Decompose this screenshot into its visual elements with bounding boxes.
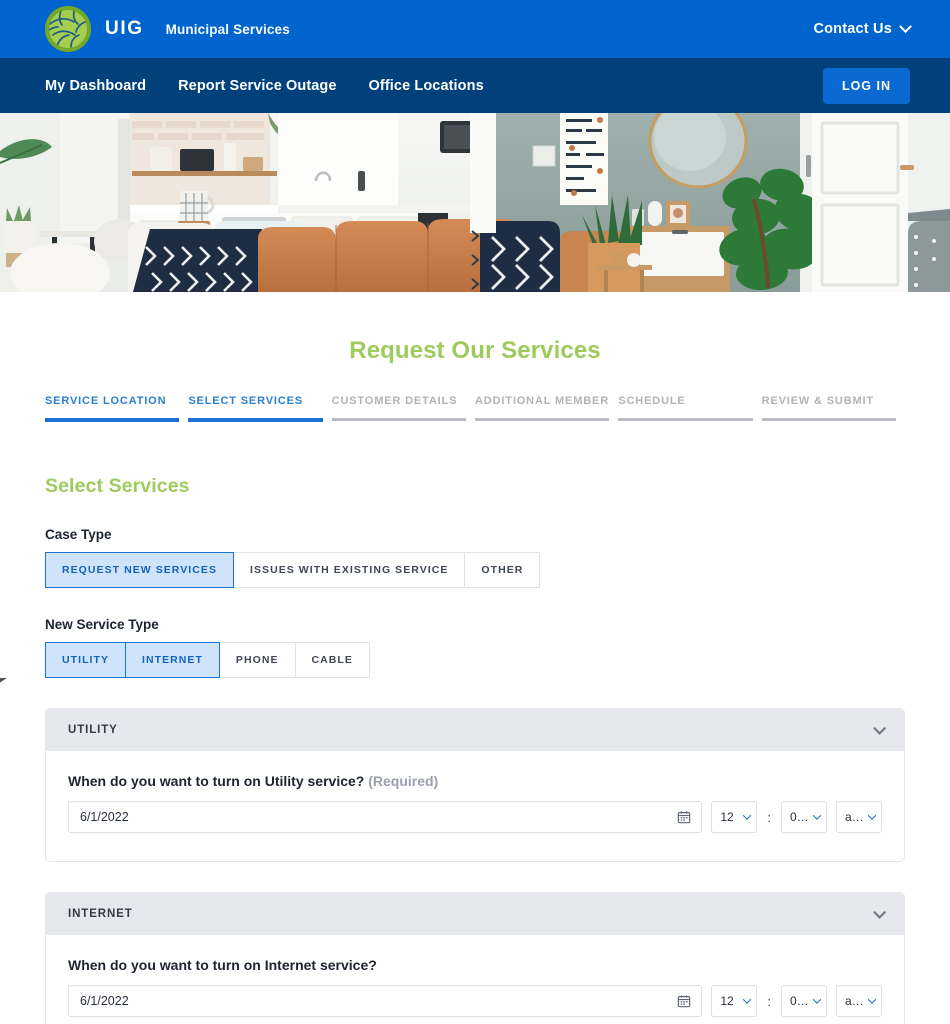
internet-datetime-row: 6/1/2022 12 : 0… a… [68,985,882,1017]
calendar-icon[interactable] [677,810,691,824]
chevron-down-icon [867,995,877,1004]
contact-us-menu[interactable]: Contact Us [813,19,912,37]
utility-date-question: When do you want to turn on Utility serv… [68,773,882,789]
page-title: Request Our Services [349,337,601,364]
uig-globe-logo-icon [45,6,91,52]
utility-date-input[interactable]: 6/1/2022 [68,801,703,833]
internet-panel-title: INTERNET [68,908,133,920]
internet-date-input[interactable]: 6/1/2022 [68,985,703,1017]
utility-minute-value: 0… [790,810,809,824]
utility-panel-header[interactable]: UTILITY [46,709,904,751]
new-service-type-option-cable[interactable]: CABLE [294,642,370,678]
internet-date-question: When do you want to turn on Internet ser… [68,957,377,973]
step-label: SERVICE LOCATION [45,395,167,407]
case-type-option-issues-with-existing-service[interactable]: ISSUES WITH EXISTING SERVICE [234,552,465,588]
section-title: Select Services [45,475,190,497]
step-progress-bar [188,418,323,422]
utility-meridiem-value: a… [845,810,864,824]
step-progress-bar [474,418,610,421]
top-bar: UIG Municipal Services Contact Us [0,0,950,58]
utility-minute-select[interactable]: 0… [781,801,827,833]
step-label: REVIEW & SUBMIT [761,395,875,407]
login-button[interactable]: LOG IN [822,67,910,104]
internet-date-value: 6/1/2022 [80,994,129,1008]
new-service-type-label: New Service Type [45,617,159,632]
utility-time-separator: : [767,809,771,825]
chevron-down-icon [743,995,752,1004]
chevron-down-icon [899,19,912,33]
step-additional-member[interactable]: ADDITIONAL MEMBER [474,395,618,422]
nav-links: My Dashboard Report Service Outage Offic… [45,78,484,94]
utility-date-value: 6/1/2022 [80,810,129,824]
internet-time-separator: : [767,993,771,1009]
internet-panel-header[interactable]: INTERNET [46,893,904,935]
step-label: CUSTOMER DETAILS [331,395,458,407]
brand-subtitle: Municipal Services [165,21,290,37]
nav-item-office-locations[interactable]: Office Locations [369,78,484,94]
page-root: UIG Municipal Services Contact Us My Das… [0,0,950,1024]
step-select-services[interactable]: SELECT SERVICES [188,395,331,422]
new-service-type-option-utility[interactable]: UTILITY [45,642,127,678]
step-label: ADDITIONAL MEMBER [474,395,610,407]
internet-minute-select[interactable]: 0… [781,985,827,1017]
step-progress-bar [45,418,180,422]
case-type-label: Case Type [45,527,112,542]
internet-panel: INTERNET When do you want to turn on Int… [45,892,905,1024]
internet-panel-body: When do you want to turn on Internet ser… [46,935,904,1024]
new-service-type-group: UTILITY INTERNET PHONE CABLE [45,642,370,678]
utility-panel-title: UTILITY [68,724,118,736]
utility-required-marker: (Required) [368,773,439,789]
internet-hour-value: 12 [720,994,734,1008]
internet-hour-select[interactable]: 12 [711,985,758,1017]
new-service-type-option-phone[interactable]: PHONE [219,642,295,678]
cursor-artifact [0,678,7,685]
chevron-down-icon [812,995,822,1004]
brand-name: UIG [105,18,144,39]
nav-item-my-dashboard[interactable]: My Dashboard [45,78,146,94]
contact-us-label: Contact Us [813,21,892,37]
step-progress-bar [331,418,466,421]
utility-panel: UTILITY When do you want to turn on Util… [45,708,905,862]
utility-datetime-row: 6/1/2022 12 : 0… a… [68,801,882,833]
progress-stepper: SERVICE LOCATION SELECT SERVICES CUSTOME… [45,395,905,422]
internet-meridiem-value: a… [845,994,864,1008]
case-type-option-other[interactable]: OTHER [464,552,541,588]
step-customer-details[interactable]: CUSTOMER DETAILS [331,395,475,422]
step-label: SELECT SERVICES [188,395,303,407]
internet-meridiem-select[interactable]: a… [836,985,882,1017]
main-nav-bar: My Dashboard Report Service Outage Offic… [0,58,950,113]
hero-image [0,113,950,292]
brand-logo[interactable]: UIG Municipal Services [45,6,290,52]
step-label: SCHEDULE [618,395,686,407]
chevron-down-icon[interactable] [873,905,886,919]
main-content: Request Our Services SERVICE LOCATION SE… [0,337,950,1024]
internet-minute-value: 0… [790,994,809,1008]
step-progress-bar [618,418,753,421]
utility-panel-body: When do you want to turn on Utility serv… [46,751,904,861]
case-type-option-request-new-services[interactable]: REQUEST NEW SERVICES [45,552,234,588]
new-service-type-option-internet[interactable]: INTERNET [126,642,220,678]
step-schedule[interactable]: SCHEDULE [618,395,761,422]
step-progress-bar [761,418,896,421]
chevron-down-icon [812,811,822,820]
utility-hour-value: 12 [720,810,734,824]
utility-hour-select[interactable]: 12 [711,801,758,833]
step-service-location[interactable]: SERVICE LOCATION [45,395,188,422]
calendar-icon[interactable] [677,994,691,1008]
case-type-group: REQUEST NEW SERVICES ISSUES WITH EXISTIN… [45,552,541,588]
utility-meridiem-select[interactable]: a… [836,801,882,833]
nav-item-report-service-outage[interactable]: Report Service Outage [178,78,336,94]
utility-question-text: When do you want to turn on Utility serv… [68,773,365,789]
step-review-and-submit[interactable]: REVIEW & SUBMIT [761,395,905,422]
chevron-down-icon[interactable] [873,721,886,735]
chevron-down-icon [867,811,877,820]
chevron-down-icon [743,811,752,820]
